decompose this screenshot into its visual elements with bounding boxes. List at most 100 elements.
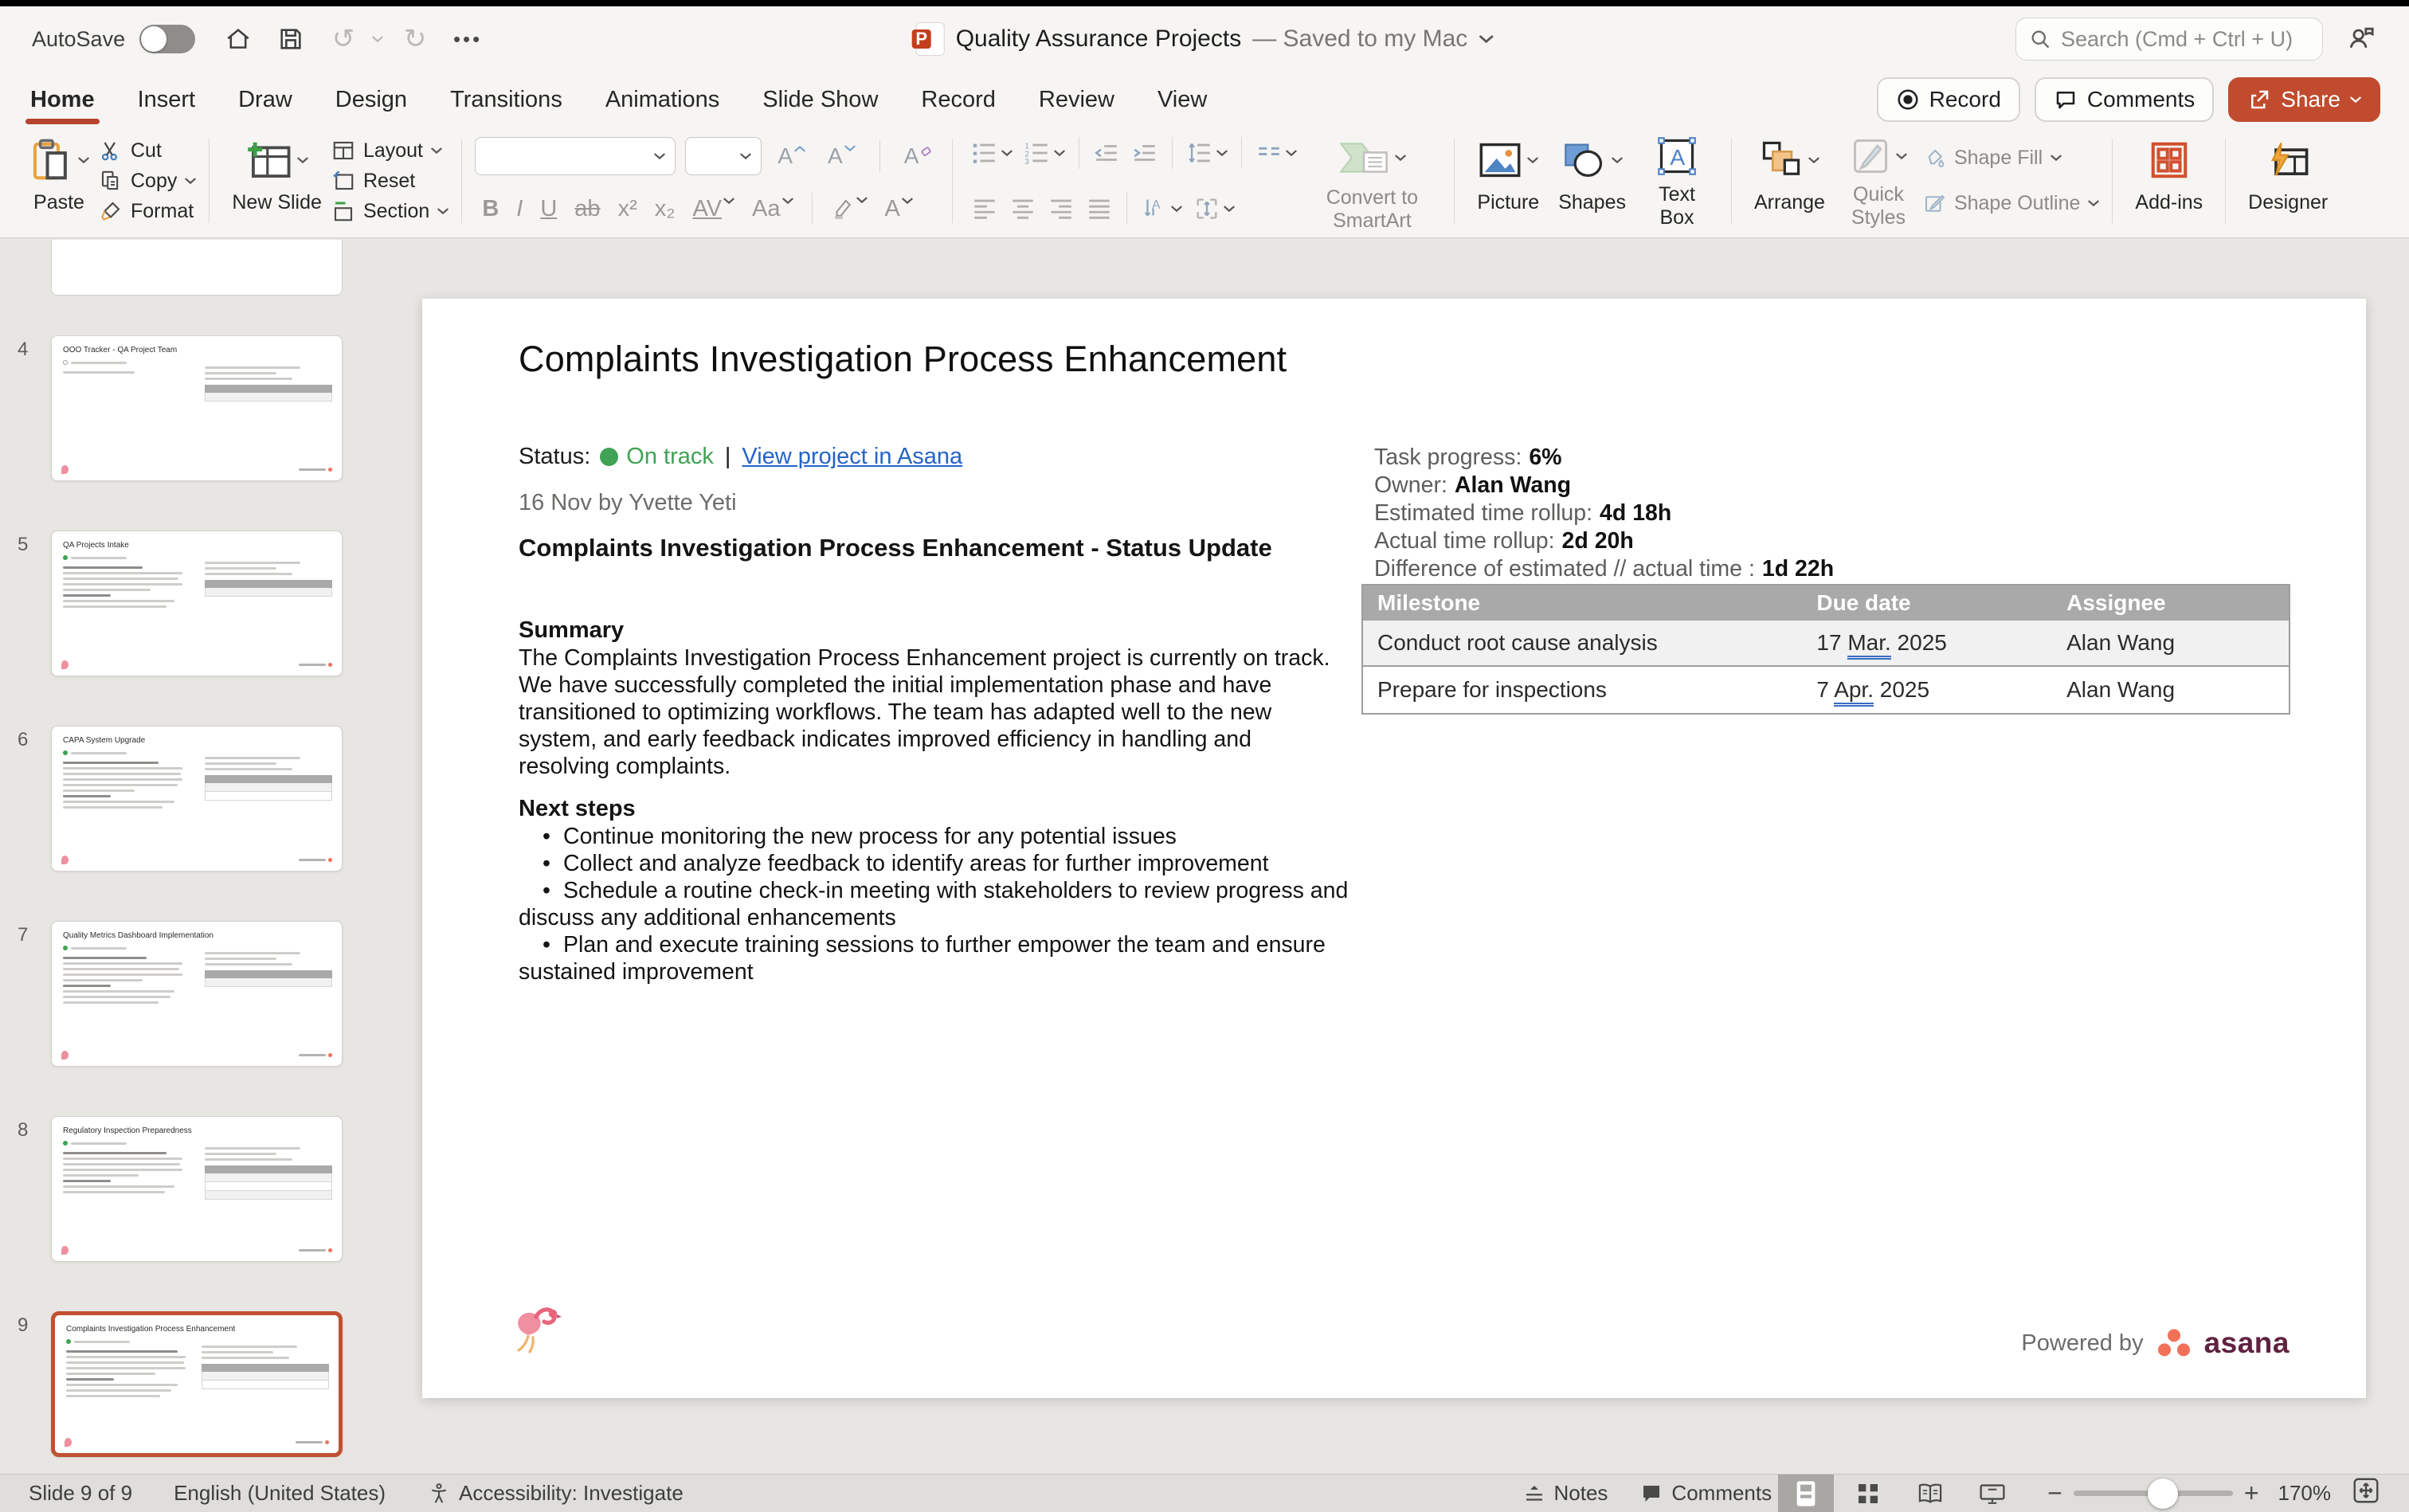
slideshow-view-button[interactable] — [1964, 1475, 2020, 1512]
reading-view-button[interactable] — [1902, 1475, 1958, 1512]
zoom-level[interactable]: 170% — [2278, 1481, 2332, 1506]
slide-sorter-view-button[interactable] — [1840, 1475, 1896, 1512]
more-commands-icon[interactable]: ••• — [452, 23, 484, 55]
change-case-button[interactable]: Aa — [745, 198, 800, 221]
underline-button[interactable]: U — [533, 198, 564, 221]
copy-button[interactable]: Copy — [99, 166, 196, 196]
arrange-button[interactable]: Arrange — [1745, 134, 1835, 228]
thumbnail-slide-4[interactable]: 4 OOO Tracker - QA Project Team — [51, 335, 343, 481]
new-slide-button[interactable]: New Slide — [222, 134, 331, 228]
text-box-button[interactable]: A Text Box — [1635, 134, 1718, 228]
zoom-out-button[interactable]: − — [2047, 1479, 2062, 1508]
quick-styles-button[interactable]: Quick Styles — [1835, 134, 1922, 228]
tab-slide-show[interactable]: Slide Show — [761, 77, 879, 123]
font-name-select[interactable] — [475, 137, 676, 175]
picture-button[interactable]: Picture — [1467, 134, 1549, 228]
normal-view-button[interactable] — [1778, 1475, 1834, 1512]
tab-review[interactable]: Review — [1037, 77, 1116, 123]
subscript-button[interactable]: x₂ — [648, 198, 683, 221]
text-highlight-button[interactable] — [824, 197, 875, 221]
comments-toggle[interactable]: Comments — [1639, 1481, 1772, 1506]
document-title-group[interactable]: P Quality Assurance Projects — Saved to … — [916, 22, 1494, 56]
strikethrough-button[interactable]: ab — [567, 198, 607, 221]
tab-design[interactable]: Design — [334, 77, 409, 123]
grow-font-button[interactable]: A — [771, 145, 812, 167]
search-input[interactable]: Search (Cmd + Ctrl + U) — [2015, 18, 2323, 61]
accessibility-status[interactable]: Accessibility: Investigate — [427, 1481, 684, 1506]
format-painter-button[interactable]: Format — [99, 196, 196, 226]
align-center-button[interactable] — [1004, 195, 1042, 222]
tab-record[interactable]: Record — [919, 77, 997, 123]
home-icon[interactable] — [222, 23, 254, 55]
columns-button[interactable] — [1250, 139, 1302, 166]
numbered-list-button[interactable]: 123 — [1018, 139, 1071, 166]
comments-button[interactable]: Comments — [2035, 77, 2214, 122]
language-selector[interactable]: English (United States) — [174, 1481, 386, 1506]
undo-icon[interactable]: ↺ — [327, 23, 359, 55]
layout-icon — [331, 139, 355, 163]
redo-icon[interactable]: ↻ — [399, 23, 431, 55]
status-update-heading: Complaints Investigation Process Enhance… — [519, 531, 1327, 565]
table-row[interactable]: Conduct root cause analysis 17 Mar. 2025… — [1363, 621, 2289, 667]
zoom-slider-knob[interactable] — [2148, 1479, 2178, 1509]
thumbnail-title: CAPA System Upgrade — [63, 736, 331, 745]
align-left-button[interactable] — [966, 195, 1004, 222]
thumbnail-number: 9 — [18, 1314, 28, 1337]
designer-button[interactable]: Designer — [2239, 134, 2337, 228]
section-button[interactable]: Section — [331, 196, 449, 226]
clear-formatting-button[interactable]: A — [898, 145, 940, 167]
title-chevron-icon[interactable] — [1479, 35, 1493, 44]
convert-smartart-button[interactable]: Convert to SmartArt — [1302, 134, 1441, 228]
zoom-slider[interactable] — [2074, 1490, 2233, 1496]
align-right-button[interactable] — [1042, 195, 1080, 222]
superscript-button[interactable]: x² — [611, 198, 644, 221]
share-chevron-icon — [2350, 96, 2361, 104]
thumbnail-slide-6[interactable]: 6 CAPA System Upgrade — [51, 726, 343, 872]
reset-button[interactable]: Reset — [331, 166, 449, 196]
justify-button[interactable] — [1080, 195, 1118, 222]
increase-indent-button[interactable] — [1126, 139, 1164, 166]
thumbnail-slide-7[interactable]: 7 Quality Metrics Dashboard Implementati… — [51, 921, 343, 1067]
notes-toggle[interactable]: Notes — [1522, 1481, 1608, 1506]
italic-button[interactable]: I — [509, 198, 530, 221]
tab-animations[interactable]: Animations — [604, 77, 721, 123]
paste-button[interactable]: Paste — [19, 134, 99, 228]
addins-button[interactable]: Add-ins — [2125, 134, 2212, 228]
text-direction-button[interactable]: A — [1135, 195, 1188, 222]
record-button[interactable]: Record — [1877, 77, 2020, 122]
layout-button[interactable]: Layout — [331, 135, 449, 166]
font-color-button[interactable]: A — [878, 198, 920, 221]
shapes-button[interactable]: Shapes — [1549, 134, 1635, 228]
align-text-button[interactable] — [1188, 195, 1240, 222]
table-row[interactable]: Prepare for inspections 7 Apr. 2025 Alan… — [1363, 667, 2289, 713]
thumbnail-slide-8[interactable]: 8 Regulatory Inspection Preparedness — [51, 1116, 343, 1262]
tab-home[interactable]: Home — [29, 77, 96, 123]
shrink-font-button[interactable]: A — [821, 145, 862, 167]
zoom-in-button[interactable]: + — [2244, 1479, 2259, 1508]
share-button[interactable]: Share — [2228, 77, 2380, 122]
decrease-indent-button[interactable] — [1087, 139, 1126, 166]
save-icon[interactable] — [275, 23, 307, 55]
shape-fill-button[interactable]: Shape Fill — [1922, 143, 2099, 174]
character-spacing-button[interactable]: AV — [686, 198, 742, 221]
share-presence-icon[interactable] — [2345, 22, 2377, 57]
tab-insert[interactable]: Insert — [136, 77, 198, 123]
slide-title[interactable]: Complaints Investigation Process Enhance… — [519, 339, 1287, 380]
current-slide[interactable]: Complaints Investigation Process Enhance… — [422, 299, 2366, 1398]
font-size-select[interactable] — [685, 137, 762, 175]
autosave-toggle[interactable] — [139, 25, 195, 53]
bullet-list-button[interactable] — [966, 139, 1018, 166]
cut-button[interactable]: Cut — [99, 135, 196, 166]
line-spacing-button[interactable] — [1181, 139, 1233, 166]
thumbnail-partial[interactable] — [51, 240, 343, 296]
asana-project-link[interactable]: View project in Asana — [742, 444, 962, 470]
thumbnail-slide-9-selected[interactable]: 9 Complaints Investigation Process Enhan… — [51, 1311, 343, 1457]
tab-view[interactable]: View — [1156, 77, 1208, 123]
undo-chevron-icon[interactable] — [372, 36, 383, 43]
thumbnail-slide-5[interactable]: 5 QA Projects Intake — [51, 531, 343, 676]
tab-transitions[interactable]: Transitions — [449, 77, 564, 123]
shape-outline-button[interactable]: Shape Outline — [1922, 189, 2099, 219]
bold-button[interactable]: B — [475, 198, 506, 221]
fit-slide-to-window-button[interactable] — [2352, 1476, 2380, 1510]
tab-draw[interactable]: Draw — [237, 77, 294, 123]
